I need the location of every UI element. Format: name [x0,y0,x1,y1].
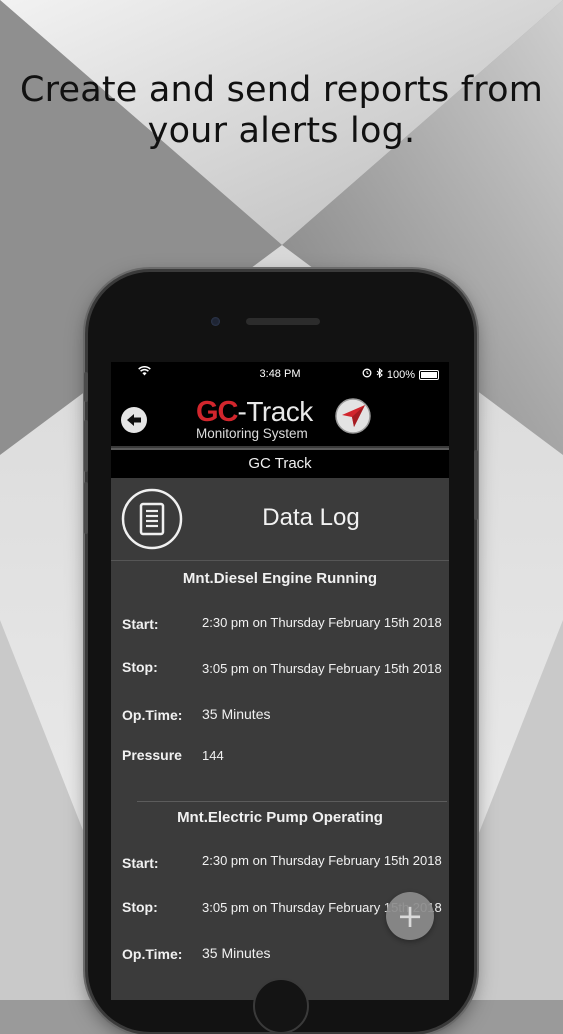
entry-title: Mnt.Electric Pump Operating [177,809,383,826]
logo-arrow-icon [335,398,371,434]
optime-label: Op.Time: [122,946,183,962]
optime-label: Op.Time: [122,707,183,723]
plus-icon: + [396,897,424,935]
stop-value: 3:05 pm on Thursday February 15th 2018 [202,661,442,676]
phone-power-button [474,450,478,520]
start-value: 2:30 pm on Thursday February 15th 2018 [202,615,442,630]
stop-label: Stop: [122,659,158,675]
add-report-button[interactable]: + [386,892,434,940]
alarm-icon [362,368,372,381]
log-entry[interactable]: Mnt.Diesel Engine Running Start: 2:30 pm… [111,560,449,800]
optime-value: 35 Minutes [202,706,271,722]
entry-title: Mnt.Diesel Engine Running [182,570,378,587]
status-right-group: 100% [362,367,439,381]
battery-icon [419,369,439,380]
page-title-bar: GC Track [111,448,449,478]
stop-label: Stop: [122,899,158,915]
start-label: Start: [122,855,159,871]
status-bar: 3:48 PM 100% [111,362,449,386]
logo-track-text: -Track [237,396,314,427]
pressure-value: 144 [202,748,224,763]
start-label: Start: [122,616,159,632]
arrow-left-icon [127,414,141,426]
data-log-banner: Data Log [111,478,449,561]
gc-track-logo: GC-Track Monitoring System [196,396,314,441]
start-value: 2:30 pm on Thursday February 15th 2018 [202,853,442,868]
phone-side-button [84,372,88,402]
earpiece-speaker [246,318,320,325]
logo-subtitle: Monitoring System [196,426,308,441]
optime-value: 35 Minutes [202,945,271,961]
headline-line-1: Create and send reports from [20,70,543,110]
battery-percent: 100% [386,368,415,381]
logo-gc-text: GC [196,396,238,428]
phone-volume-down [84,482,88,534]
home-button[interactable] [253,978,309,1034]
bluetooth-icon [376,367,383,381]
pressure-label: Pressure [122,747,182,763]
data-log-title: Data Log [262,504,360,531]
back-button[interactable] [121,407,147,433]
promo-headline: Create and send reports from your alerts… [0,70,563,152]
document-list-icon [121,488,183,550]
phone-volume-up [84,420,88,472]
headline-line-2: your alerts log. [147,111,416,151]
app-header: GC-Track Monitoring System [111,386,449,446]
front-camera [211,317,220,326]
